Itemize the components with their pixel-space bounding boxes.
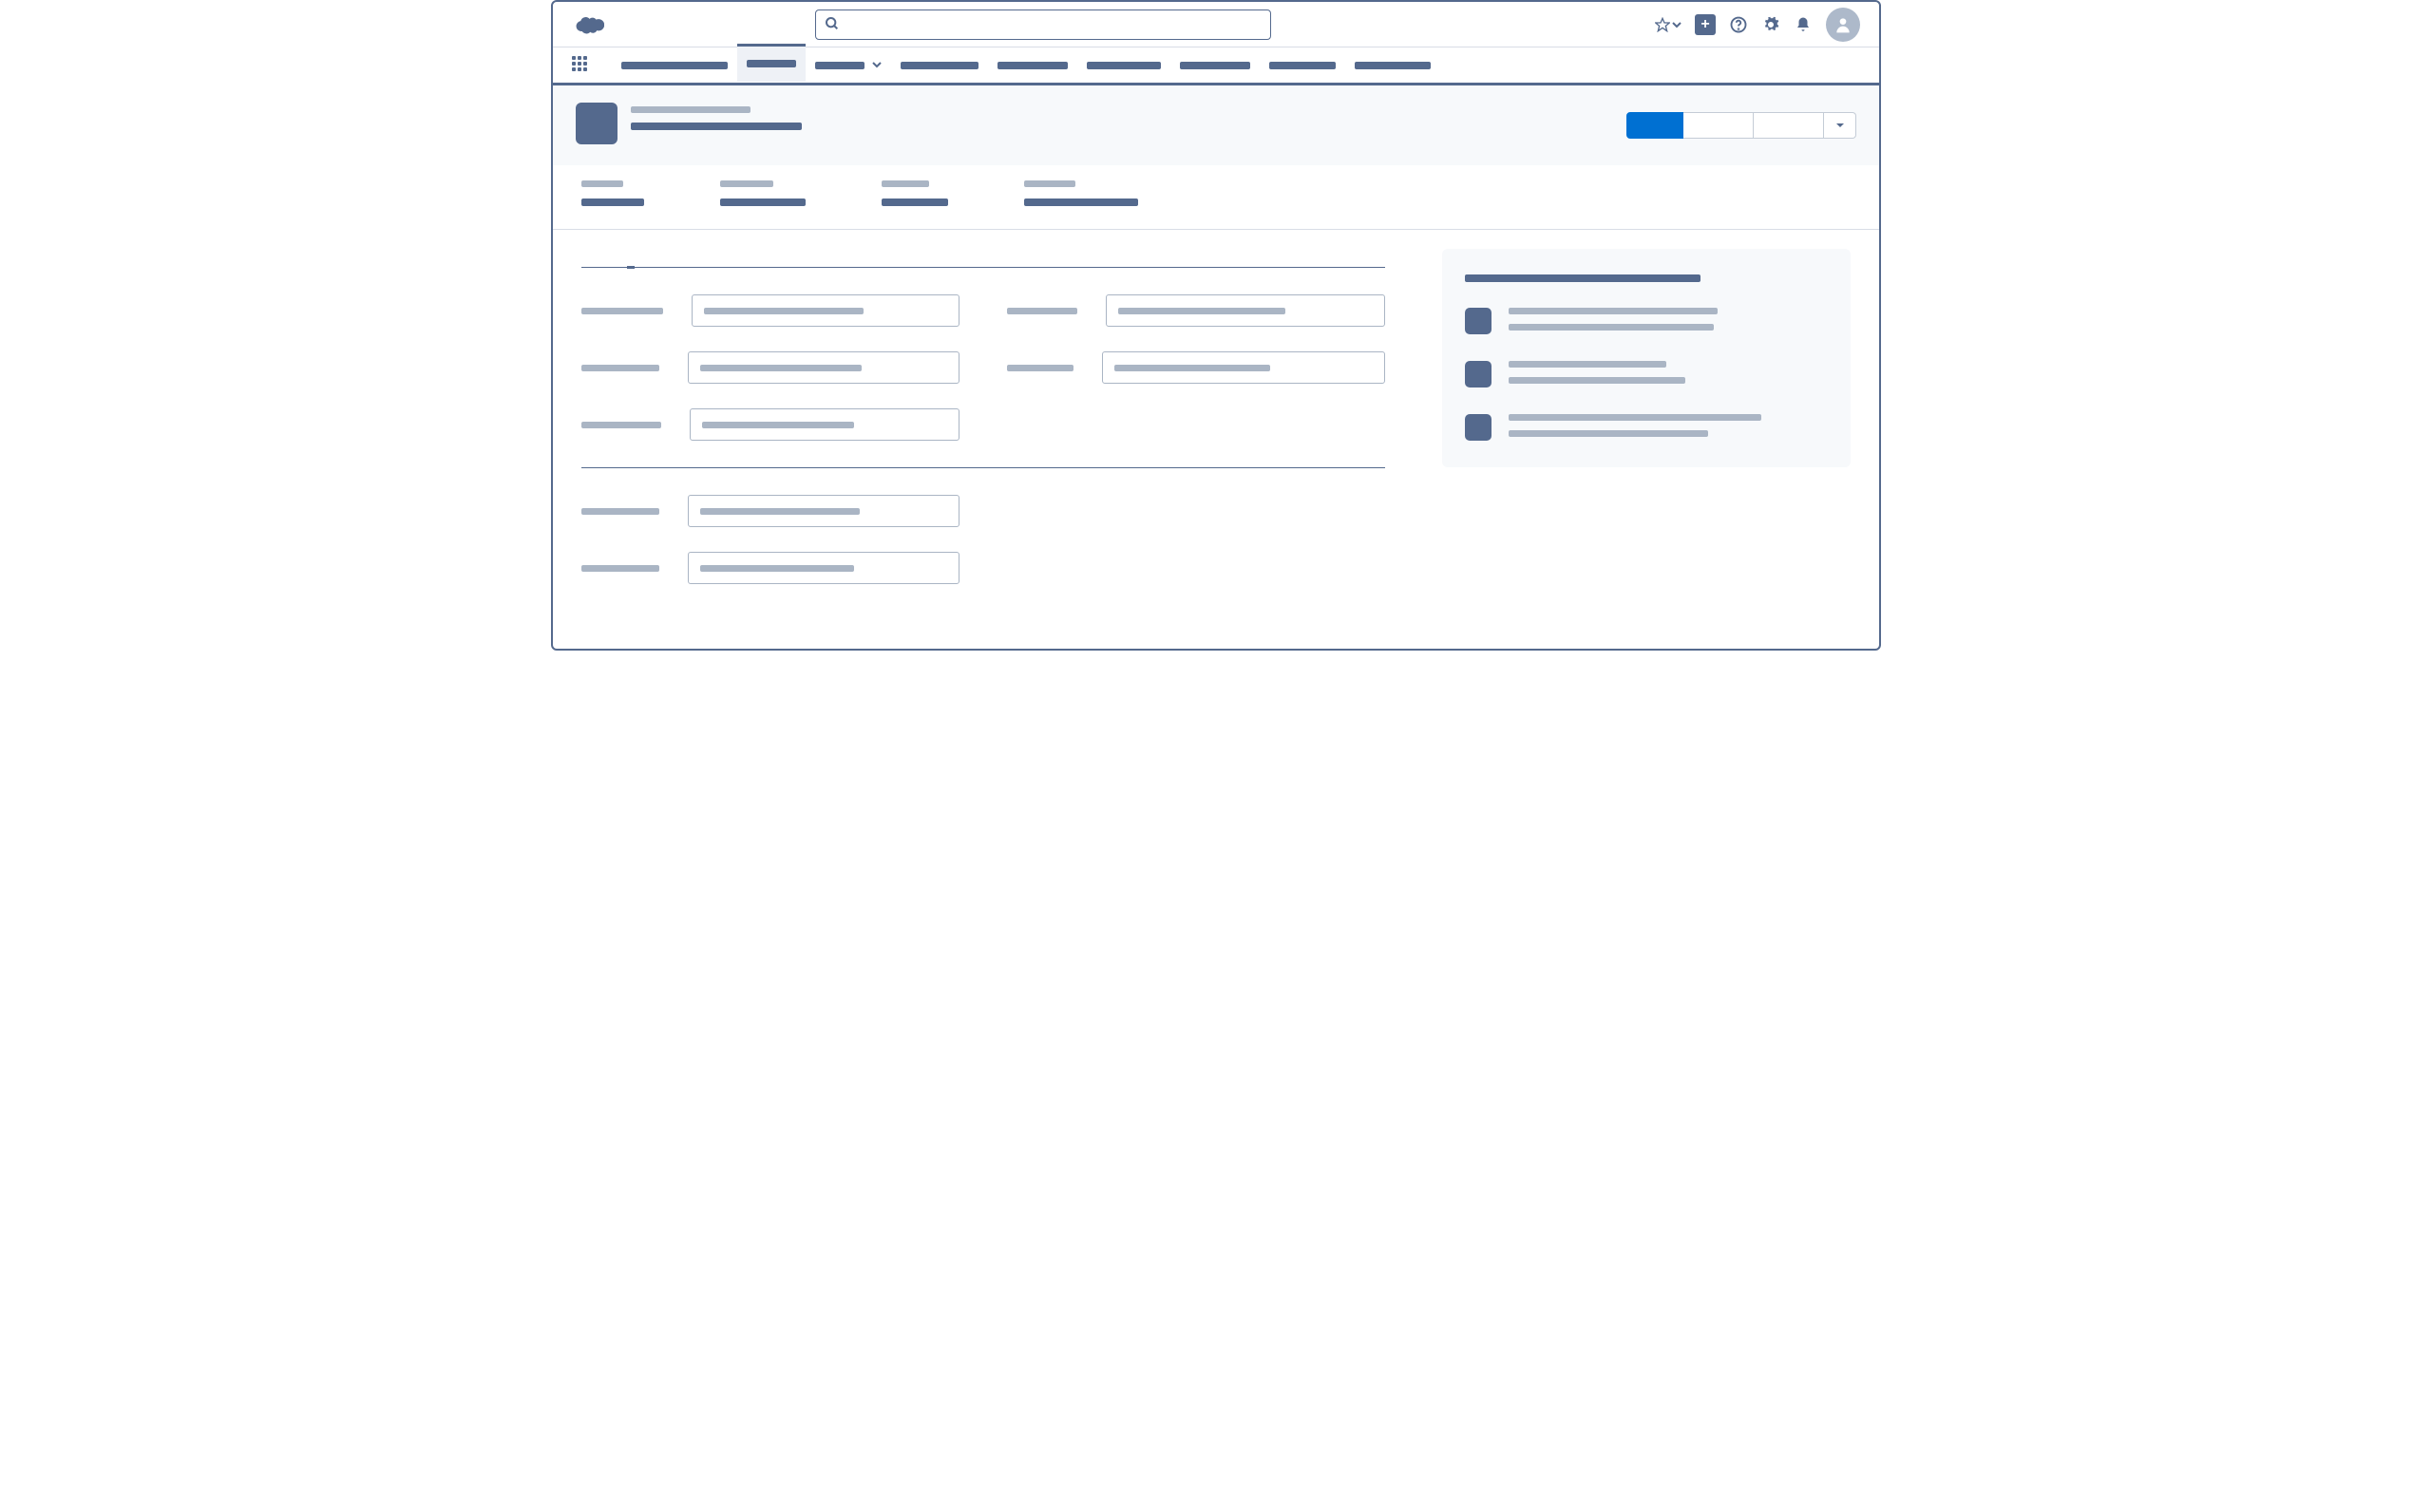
panel-item-icon — [1465, 414, 1492, 441]
side-panel — [1442, 249, 1851, 467]
panel-item-1[interactable] — [1465, 361, 1828, 387]
highlight-field-2 — [882, 180, 948, 206]
field-label — [720, 180, 773, 187]
form-row — [581, 294, 960, 327]
field-label — [581, 508, 659, 515]
nav-item-2[interactable] — [806, 47, 891, 85]
highlight-field-0 — [581, 180, 644, 206]
field-input[interactable] — [688, 351, 960, 384]
panel-item-0[interactable] — [1465, 308, 1828, 334]
salesforce-logo[interactable] — [572, 13, 604, 36]
field-value — [882, 198, 948, 206]
highlight-field-3 — [1024, 180, 1138, 206]
nav-item-6[interactable] — [1170, 47, 1260, 85]
field-label — [581, 565, 659, 572]
user-avatar[interactable] — [1826, 8, 1860, 42]
field-label — [882, 180, 929, 187]
tab-1[interactable] — [627, 255, 635, 269]
field-input[interactable] — [1102, 351, 1385, 384]
record-title — [631, 123, 802, 130]
nav-item-5[interactable] — [1077, 47, 1170, 85]
record-header — [553, 85, 1879, 165]
global-search — [815, 9, 1271, 40]
action-button-2[interactable] — [1683, 112, 1754, 139]
field-value — [581, 198, 644, 206]
panel-item-subtitle — [1509, 324, 1714, 331]
highlights-panel — [553, 165, 1879, 230]
record-type-icon — [576, 103, 618, 144]
detail-tabs — [581, 249, 1385, 268]
nav-item-7[interactable] — [1260, 47, 1345, 85]
panel-item-title — [1509, 308, 1718, 314]
form-row — [581, 495, 960, 527]
action-more-dropdown[interactable] — [1824, 112, 1856, 139]
app-launcher-icon[interactable] — [572, 56, 591, 75]
field-label — [1007, 365, 1074, 371]
global-header: + — [553, 2, 1879, 47]
nav-item-4[interactable] — [988, 47, 1077, 85]
form-row — [581, 552, 960, 584]
nav-bar — [553, 47, 1879, 85]
global-create-button[interactable]: + — [1695, 14, 1716, 35]
tab-0[interactable] — [581, 255, 589, 267]
record-object-label — [631, 106, 750, 113]
field-value — [1024, 198, 1138, 206]
field-label — [581, 308, 663, 314]
highlight-field-1 — [720, 180, 806, 206]
panel-item-icon — [1465, 361, 1492, 387]
field-label — [1007, 308, 1077, 314]
action-primary-button[interactable] — [1626, 112, 1683, 139]
tab-2[interactable] — [673, 255, 680, 267]
field-input[interactable] — [690, 408, 960, 441]
field-label — [581, 365, 659, 371]
field-label — [581, 422, 661, 428]
favorites-button[interactable] — [1655, 17, 1682, 32]
nav-item-0[interactable] — [612, 47, 737, 85]
help-icon[interactable] — [1729, 15, 1748, 34]
search-icon — [825, 16, 840, 36]
form-row — [581, 351, 960, 384]
field-input[interactable] — [1106, 294, 1385, 327]
search-input[interactable] — [815, 9, 1271, 40]
notifications-bell-icon[interactable] — [1794, 15, 1813, 34]
record-actions — [1626, 112, 1856, 139]
form-row — [1007, 294, 1385, 327]
panel-item-title — [1509, 361, 1666, 368]
form-row — [581, 408, 960, 441]
nav-item-8[interactable] — [1345, 47, 1440, 85]
section-divider — [581, 467, 1385, 468]
field-label — [581, 180, 623, 187]
panel-item-2[interactable] — [1465, 414, 1828, 441]
panel-item-title — [1509, 414, 1761, 421]
record-body — [553, 230, 1879, 649]
panel-item-subtitle — [1509, 430, 1708, 437]
panel-item-icon — [1465, 308, 1492, 334]
action-button-3[interactable] — [1754, 112, 1824, 139]
setup-gear-icon[interactable] — [1761, 15, 1780, 34]
nav-item-3[interactable] — [891, 47, 988, 85]
field-label — [1024, 180, 1075, 187]
field-input[interactable] — [688, 552, 960, 584]
field-input[interactable] — [688, 495, 960, 527]
nav-item-1[interactable] — [737, 44, 806, 82]
panel-title — [1465, 274, 1700, 282]
header-actions: + — [1655, 8, 1860, 42]
field-input[interactable] — [692, 294, 960, 327]
form-row — [1007, 351, 1385, 384]
field-value — [720, 198, 806, 206]
panel-item-subtitle — [1509, 377, 1685, 384]
